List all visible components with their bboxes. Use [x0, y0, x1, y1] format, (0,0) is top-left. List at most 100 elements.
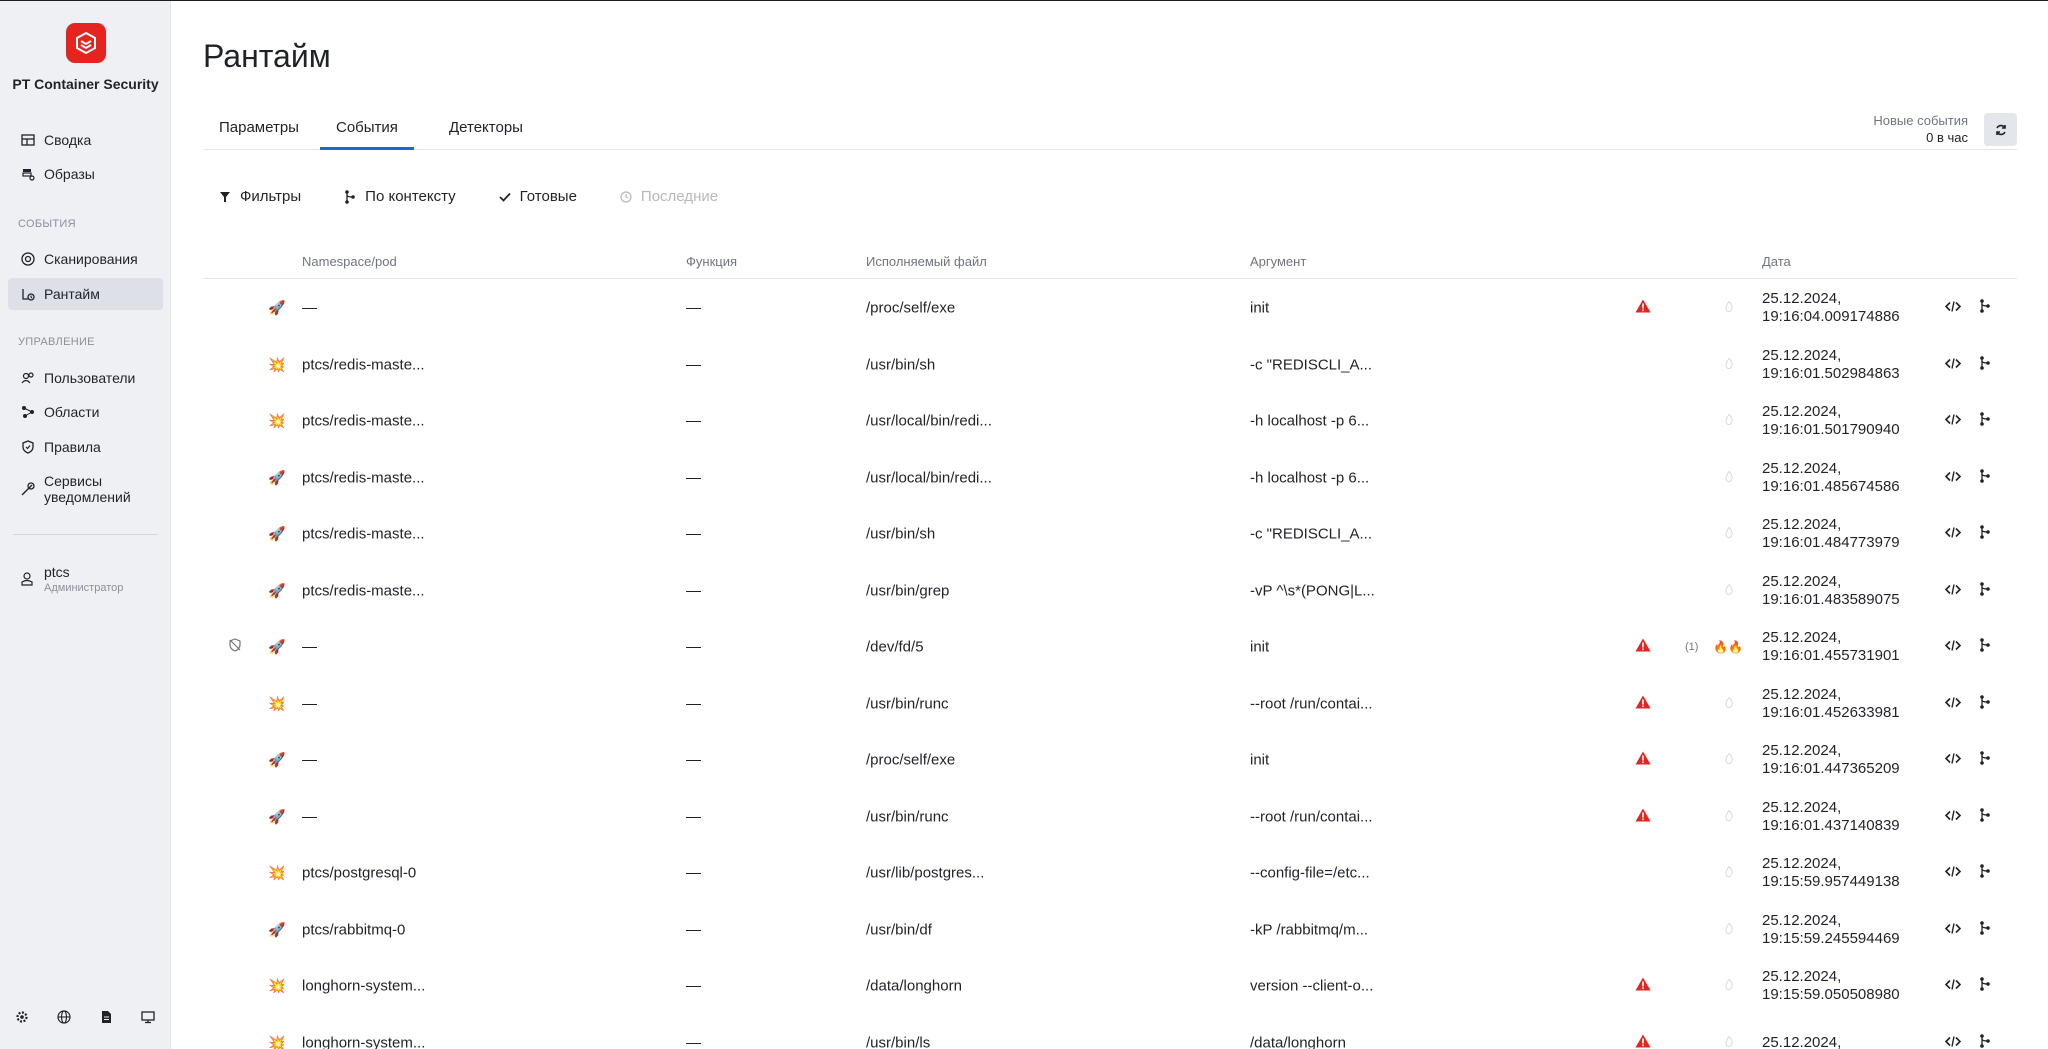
table-row[interactable]: 💥 ptcs/redis-maste... — /usr/local/bin/redi… — [203, 393, 2017, 450]
sidebar-item-scans[interactable]: Сканирования — [8, 243, 163, 275]
refresh-button[interactable] — [1984, 113, 2017, 146]
sidebar-item-runtime[interactable]: Рантайм — [8, 278, 163, 310]
code-view-button[interactable] — [1944, 695, 1962, 712]
cell-executable: /usr/local/bin/redi... — [866, 469, 992, 487]
sidebar-item-rules[interactable]: Правила — [8, 431, 163, 463]
cell-namespace[interactable]: — — [302, 639, 317, 656]
table-row[interactable]: 🚀 — — /dev/fd/5 init (1) 🔥🔥 25.12.2024, 19:16:01… — [203, 619, 2017, 676]
user-profile[interactable]: ptcs Администратор — [20, 564, 123, 594]
cell-namespace[interactable]: ptcs/postgresql-0 — [302, 865, 416, 882]
sidebar-item-areas[interactable]: Области — [8, 396, 163, 428]
code-view-button[interactable] — [1944, 526, 1962, 543]
cell-namespace[interactable]: ptcs/redis-maste... — [302, 469, 425, 486]
filters-button[interactable]: Фильтры — [218, 188, 301, 205]
column-header-namespace[interactable]: Namespace/pod — [302, 254, 397, 269]
code-view-button[interactable] — [1944, 413, 1962, 430]
table-row[interactable]: 🚀 — — /proc/self/exe init 25.12.2024, 19:16:01… — [203, 732, 2017, 789]
tab-detectors[interactable]: Детекторы — [433, 120, 539, 150]
sidebar-item-users[interactable]: Пользователи — [8, 362, 163, 394]
user-icon — [20, 572, 36, 588]
column-header-date[interactable]: Дата — [1762, 254, 1791, 269]
brand-logo[interactable] — [66, 23, 106, 63]
table-row[interactable]: 💥 longhorn-system... — /data/longhorn versio… — [203, 958, 2017, 1015]
tab-events[interactable]: События — [320, 120, 414, 150]
context-branch-button[interactable] — [1979, 638, 1991, 656]
column-header-executable[interactable]: Исполняемый файл — [866, 254, 987, 269]
cell-argument: -kP /rabbitmq/m... — [1250, 921, 1369, 939]
tab-parameters[interactable]: Параметры — [203, 120, 315, 150]
context-branch-button[interactable] — [1979, 412, 1991, 430]
cell-namespace[interactable]: — — [302, 300, 317, 317]
code-view-button[interactable] — [1944, 582, 1962, 599]
cell-namespace[interactable]: — — [302, 752, 317, 769]
context-branch-button[interactable] — [1979, 581, 1991, 600]
code-view-button[interactable] — [1944, 978, 1962, 995]
rocket-icon: 🚀 — [268, 638, 286, 655]
context-branch-button[interactable] — [1979, 807, 1991, 826]
cell-namespace[interactable]: ptcs/redis-maste... — [302, 413, 425, 430]
sidebar-item-summary[interactable]: Сводка — [8, 124, 163, 156]
cell-date: 25.12.2024, 19:15:59.050508980 — [1762, 968, 1900, 1004]
table-row[interactable]: 💥 ptcs/redis-maste... — /usr/bin/sh -c "REDI… — [203, 337, 2017, 394]
gear-icon[interactable] — [14, 1009, 30, 1025]
code-view-button[interactable] — [1944, 752, 1962, 769]
context-branch-button[interactable] — [1979, 920, 1991, 939]
context-branch-button[interactable] — [1979, 1033, 1991, 1049]
context-branch-button[interactable] — [1979, 864, 1991, 882]
context-branch-button[interactable] — [1979, 977, 1991, 995]
flame-muted-icon — [1724, 696, 1734, 711]
context-branch-button[interactable] — [1979, 355, 1991, 374]
cell-namespace[interactable]: ptcs/rabbitmq-0 — [302, 921, 405, 938]
cell-date: 25.12.2024, 19:15:59.245594469 — [1762, 911, 1900, 947]
table-row[interactable]: 🚀 ptcs/redis-maste... — /usr/local/bin/redi… — [203, 450, 2017, 507]
code-view-button[interactable] — [1944, 865, 1962, 882]
column-header-function[interactable]: Функция — [686, 254, 737, 269]
cell-namespace[interactable]: ptcs/redis-maste... — [302, 526, 425, 543]
cell-namespace[interactable]: ptcs/redis-maste... — [302, 582, 425, 599]
code-view-button[interactable] — [1944, 639, 1962, 656]
explosion-icon: 💥 — [268, 1034, 286, 1049]
cell-namespace[interactable]: — — [302, 808, 317, 825]
section-label-events: СОБЫТИЯ — [18, 218, 76, 230]
monitor-icon[interactable] — [140, 1009, 156, 1025]
alert-triangle-icon — [1635, 977, 1651, 995]
code-view-button[interactable] — [1944, 356, 1962, 373]
table-row[interactable]: 🚀 ptcs/rabbitmq-0 — /usr/bin/df -kP /rabbitm… — [203, 902, 2017, 959]
document-icon[interactable] — [98, 1009, 114, 1025]
table-row[interactable]: 💥 longhorn-system... — /usr/bin/ls/data/lon… — [203, 1015, 2017, 1049]
sidebar-item-images[interactable]: Образы — [8, 158, 163, 190]
code-view-button[interactable] — [1944, 921, 1962, 938]
cell-namespace[interactable]: longhorn-system... — [302, 1034, 425, 1049]
by-context-button[interactable]: По контексту — [343, 188, 456, 205]
table-row[interactable]: 🚀 — — /usr/bin/runc --root /run/contai... 25.… — [203, 789, 2017, 846]
cell-function: — — [686, 751, 701, 769]
code-view-button[interactable] — [1944, 1034, 1962, 1049]
cell-namespace[interactable]: ptcs/redis-maste... — [302, 356, 425, 373]
done-button[interactable]: Готовые — [498, 188, 577, 205]
globe-icon[interactable] — [56, 1009, 72, 1025]
cell-function: — — [686, 356, 701, 374]
table-row[interactable]: 💥 — — /usr/bin/runc --root /run/contai... 25.… — [203, 676, 2017, 733]
cell-namespace[interactable]: — — [302, 695, 317, 712]
table-row[interactable]: 🚀 — — /proc/self/exe init 25.12.2024, 19:16:04… — [203, 280, 2017, 337]
context-branch-button[interactable] — [1979, 694, 1991, 713]
code-view-button[interactable] — [1944, 300, 1962, 317]
cell-executable: /usr/bin/grep — [866, 582, 950, 600]
latest-button[interactable]: Последние — [619, 188, 718, 205]
cell-function: — — [686, 299, 701, 317]
context-branch-button[interactable] — [1979, 299, 1991, 317]
cell-function: — — [686, 582, 701, 600]
context-branch-button[interactable] — [1979, 525, 1991, 543]
context-branch-button[interactable] — [1979, 468, 1991, 487]
column-header-argument[interactable]: Аргумент — [1250, 254, 1306, 269]
code-view-button[interactable] — [1944, 808, 1962, 825]
code-view-button[interactable] — [1944, 469, 1962, 486]
rocket-icon: 🚀 — [268, 808, 286, 825]
flame-muted-icon — [1724, 413, 1734, 429]
table-row[interactable]: 🚀 ptcs/redis-maste... — /usr/bin/grep -vP ^\… — [203, 563, 2017, 620]
sidebar-item-notification-services[interactable]: Сервисы уведомлений — [8, 469, 163, 509]
table-row[interactable]: 🚀 ptcs/redis-maste... — /usr/bin/sh -c "REDI… — [203, 506, 2017, 563]
cell-namespace[interactable]: longhorn-system... — [302, 978, 425, 995]
table-row[interactable]: 💥 ptcs/postgresql-0 — /usr/lib/postgres... -… — [203, 845, 2017, 902]
context-branch-button[interactable] — [1979, 751, 1991, 769]
